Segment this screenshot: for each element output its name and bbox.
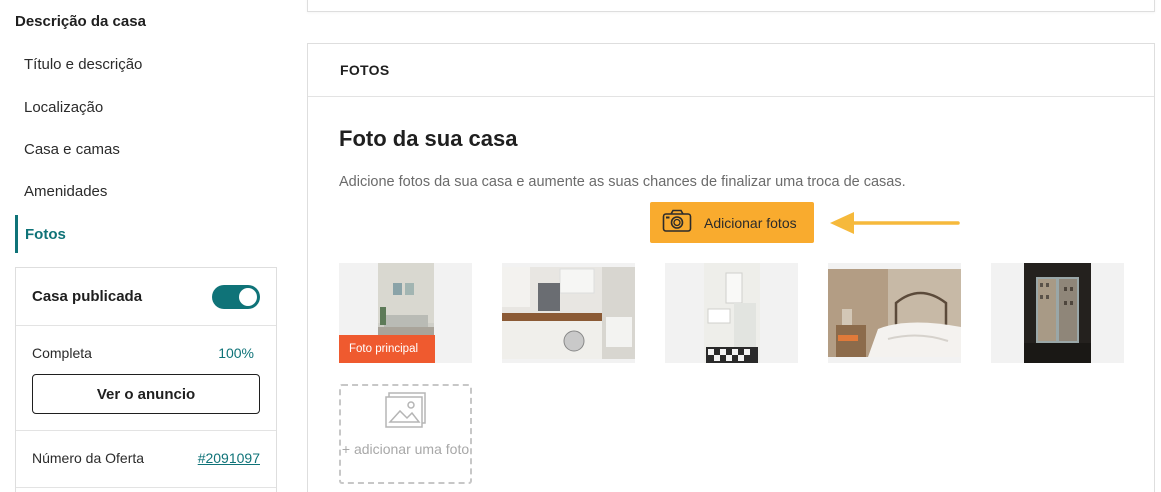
photos-card-header: FOTOS xyxy=(308,44,1154,97)
published-row: Casa publicada xyxy=(16,268,276,326)
sidebar-item-titulo[interactable]: Título e descrição xyxy=(24,56,142,73)
photo-thumbnail[interactable] xyxy=(665,263,798,363)
sidebar-section-title: Descrição da casa xyxy=(15,13,146,30)
active-indicator xyxy=(15,215,18,253)
camera-icon xyxy=(662,209,692,236)
previous-section-card xyxy=(307,0,1155,12)
sidebar-item-amenidades[interactable]: Amenidades xyxy=(24,183,107,200)
complete-label: Completa xyxy=(32,345,92,361)
listing-status-card: Casa publicada Completa 100% Ver o anunc… xyxy=(15,267,277,492)
offer-row: Número da Oferta #2091097 xyxy=(16,431,276,488)
kitchen-image xyxy=(502,267,635,359)
photos-description: Adicione fotos da sua casa e aumente as … xyxy=(339,174,906,190)
main-photo-badge: Foto principal xyxy=(339,335,435,363)
photos-title: Foto da sua casa xyxy=(339,126,518,151)
image-placeholder-icon xyxy=(385,392,426,428)
offer-number-link[interactable]: #2091097 xyxy=(198,450,260,466)
add-photos-button[interactable]: Adicionar fotos xyxy=(650,202,814,243)
toggle-knob xyxy=(239,288,257,306)
photo-thumbnail[interactable] xyxy=(502,263,635,363)
photo-thumbnail[interactable] xyxy=(991,263,1124,363)
published-toggle[interactable] xyxy=(212,285,260,309)
sidebar-item-localizacao[interactable]: Localização xyxy=(24,99,103,116)
bathroom-image xyxy=(704,263,760,363)
sidebar-item-fotos[interactable]: Fotos xyxy=(25,226,66,243)
published-label: Casa publicada xyxy=(32,288,143,305)
sidebar-item-casa-camas[interactable]: Casa e camas xyxy=(24,141,120,158)
add-photos-label: Adicionar fotos xyxy=(704,214,797,231)
view-listing-button[interactable]: Ver o anuncio xyxy=(32,374,260,414)
complete-row: Completa 100% Ver o anuncio xyxy=(16,326,276,431)
arrow-left-icon xyxy=(830,212,960,234)
complete-value: 100% xyxy=(218,345,254,361)
photo-thumbnail[interactable]: Foto principal xyxy=(339,263,472,363)
bedroom-image xyxy=(828,269,961,357)
window-view-image xyxy=(1024,263,1091,363)
add-photo-label: + adicionar uma foto xyxy=(341,441,470,457)
photos-card: FOTOS Foto da sua casa Adicione fotos da… xyxy=(307,43,1155,492)
photo-thumbnail[interactable] xyxy=(828,263,961,363)
add-photo-tile[interactable]: + adicionar uma foto xyxy=(339,384,472,484)
photos-section-header: FOTOS xyxy=(340,62,390,78)
sidebar: Descrição da casa Título e descrição Loc… xyxy=(0,0,290,492)
offer-number-label: Número da Oferta xyxy=(32,450,145,466)
